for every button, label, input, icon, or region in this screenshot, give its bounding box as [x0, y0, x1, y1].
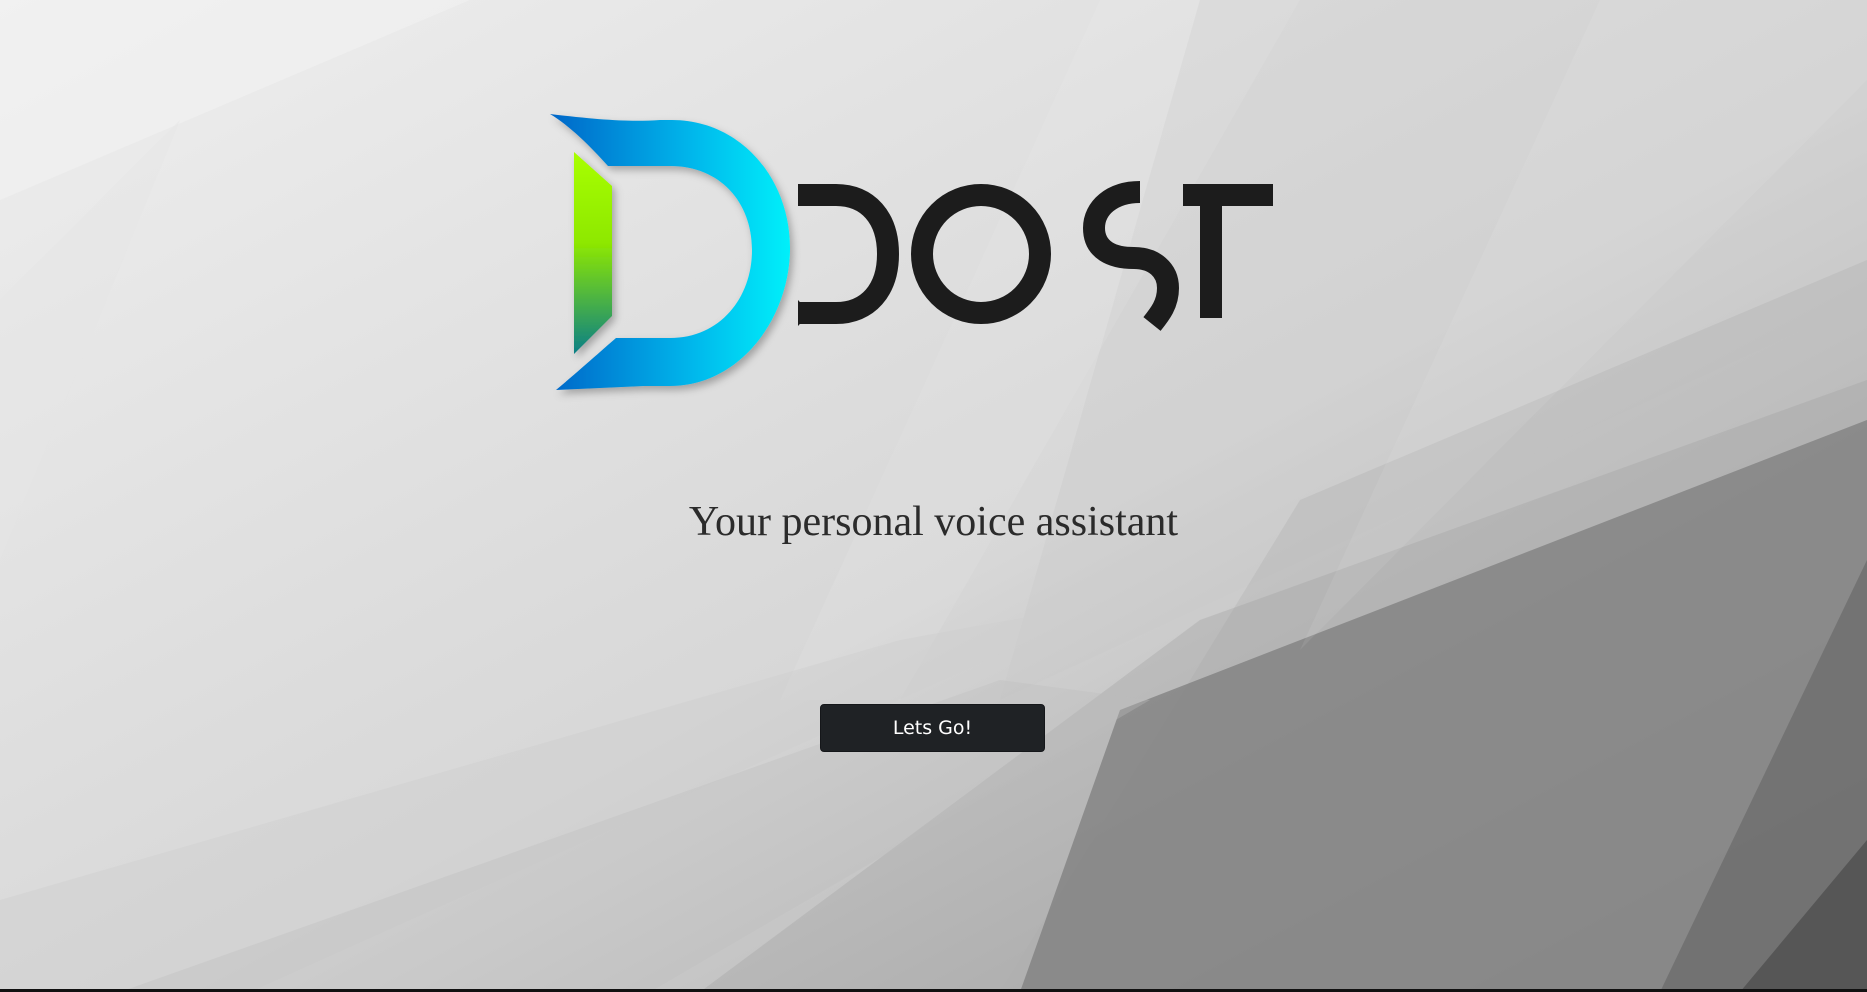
tagline: Your personal voice assistant — [688, 499, 1179, 545]
lets-go-button[interactable]: Lets Go! — [820, 704, 1045, 752]
welcome-screen: Your personal voice assistant Lets Go! — [0, 0, 1867, 992]
ddost-logo — [540, 108, 1340, 408]
ddost-logo-icon — [550, 114, 1273, 390]
